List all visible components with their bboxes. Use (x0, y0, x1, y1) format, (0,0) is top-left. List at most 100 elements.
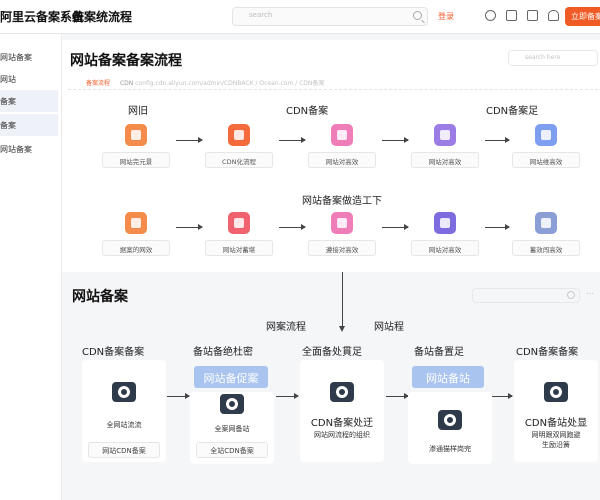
step-text: 网站网流程的组织 (314, 431, 370, 439)
row2-label: 网站备案做造工下 (302, 196, 382, 207)
step-banner[interactable]: 网站备促案 (194, 366, 268, 388)
bell-icon[interactable] (548, 10, 559, 21)
flow-node[interactable]: 网站维高效 (512, 124, 580, 172)
flow-node[interactable]: 据案的网效 (102, 212, 170, 260)
document-icon[interactable] (506, 10, 517, 21)
step-text: 全网站流流 (106, 421, 142, 429)
node-caption: CDN化流程 (205, 152, 273, 168)
search-icon[interactable] (413, 11, 422, 20)
sidebar-item-filing-2[interactable]: 备案 (0, 114, 58, 136)
flow-label-1: 网案流程 (266, 322, 306, 333)
node-caption: 网站对高效 (411, 240, 479, 256)
column-heading: CDN备案备案 (82, 347, 145, 358)
node-caption: 网站维高效 (512, 152, 580, 168)
step-text: 网明跟双网跑避 (531, 431, 581, 439)
flow-node[interactable]: 网站对高效 (411, 212, 479, 260)
sidebar: 网站备案 网站 备案 备案 网站备案 (0, 34, 62, 500)
arrow-right-icon (382, 223, 409, 231)
camera-icon (438, 410, 462, 430)
section-title: 网站备案备案流程 (70, 53, 182, 69)
node-caption: 蓄效闯高效 (512, 240, 580, 256)
arrow-down-icon (338, 272, 346, 332)
search-placeholder: search (249, 11, 273, 19)
flow-node[interactable]: 网站对蓄堪 (205, 212, 273, 260)
node-caption: 网站对高效 (411, 152, 479, 168)
step-pill[interactable]: 全站CDN备案 (196, 442, 268, 458)
top-bar: 阿里云备案系统 备案统流程 search 登录 立即备案 (0, 0, 600, 34)
link-icon (331, 212, 353, 234)
info-bar: 备案流程 CDN config.cdn.aliyun.com/admin/CDN… (68, 76, 598, 90)
column-heading: 全面备处貫足 (302, 347, 362, 358)
section2-search-input[interactable] (472, 288, 580, 303)
arrow-right-icon (176, 223, 203, 231)
page-icon (535, 212, 557, 234)
step-banner[interactable]: 网站备站 (412, 366, 484, 388)
camera-icon (330, 382, 354, 402)
search-input[interactable]: search (232, 7, 428, 26)
step-card[interactable]: 渗通猫样岗完 (408, 392, 492, 464)
clear-icon[interactable] (567, 291, 575, 299)
node-caption: 遵接对高效 (308, 240, 376, 256)
info-tag: 备案流程 (86, 80, 111, 87)
chat-icon (434, 124, 456, 146)
node-caption: 据案的网效 (102, 240, 170, 256)
arrow-right-icon (492, 392, 513, 400)
arrow-right-icon (386, 392, 409, 400)
arrow-right-icon (176, 136, 203, 144)
list-icon (125, 212, 147, 234)
step-text: 全案网备站 (214, 425, 250, 433)
step-text: 渗通猫样岗完 (429, 445, 471, 453)
flow-node[interactable]: 蓄效闯高效 (512, 212, 580, 260)
row1-label-1: 网旧 (128, 106, 148, 117)
step-card[interactable]: 全案网备站 全站CDN备案 (190, 392, 274, 464)
settings-icon[interactable] (485, 10, 496, 21)
arrow-right-icon (279, 136, 306, 144)
camera-icon (220, 394, 244, 414)
form-icon (434, 212, 456, 234)
node-caption: 网站完元景 (102, 152, 170, 168)
info-cdn: CDN (119, 80, 134, 87)
flow-node[interactable]: 遵接对高效 (308, 212, 376, 260)
sidebar-item-website-filing[interactable]: 网站备案 (0, 46, 58, 68)
flow-node[interactable]: 网站完元景 (102, 124, 170, 172)
arrow-right-icon (279, 223, 306, 231)
task-icon (125, 124, 147, 146)
step-card[interactable]: CDN备站处显 网明跟双网跑避 生励沿簧 (514, 360, 598, 462)
sidebar-item-website[interactable]: 网站 (0, 68, 58, 90)
section-search-placeholder: search here (525, 54, 561, 61)
column-heading: 备站备绝杜密 (193, 347, 253, 358)
flow-node[interactable]: CDN化流程 (205, 124, 273, 172)
column-heading: CDN备案备案 (516, 347, 579, 358)
row1-label-3: CDN备案足 (486, 106, 539, 117)
arrow-right-icon (485, 136, 510, 144)
section-search-input[interactable]: search here (508, 50, 598, 66)
monitor-icon (331, 124, 353, 146)
node-caption: 网站对高效 (308, 152, 376, 168)
node-caption: 网站对蓄堪 (205, 240, 273, 256)
section2-title: 网站备案 (72, 289, 128, 305)
column-heading: 备站备置足 (414, 347, 464, 358)
more-icon[interactable]: ⋯ (586, 289, 594, 298)
page-title: 备案统流程 (72, 10, 133, 24)
step-title: CDN备案处迂 (310, 418, 374, 429)
arrow-right-icon (276, 392, 299, 400)
flow-node[interactable]: 网站对高效 (308, 124, 376, 172)
camera-icon (544, 382, 568, 402)
flow-label-2: 网站程 (374, 322, 404, 333)
sidebar-item-website-process[interactable]: 网站备案 (0, 138, 58, 160)
arrow-right-icon (167, 392, 190, 400)
step-title: CDN备站处显 (524, 418, 588, 429)
sidebar-item-filing[interactable]: 备案 (0, 90, 58, 112)
login-link[interactable]: 登录 (438, 11, 454, 22)
arrow-right-icon (485, 223, 510, 231)
flow-node[interactable]: 网站对高效 (411, 124, 479, 172)
step-card[interactable]: CDN备案处迂 网站网流程的组织 (300, 360, 384, 462)
arrow-right-icon (382, 136, 409, 144)
info-text: config.cdn.aliyun.com/admin/CDNBACK / Oc… (135, 80, 325, 87)
file-icon (535, 124, 557, 146)
step-pill[interactable]: 网站CDN备案 (88, 442, 160, 458)
step-card[interactable]: 全网站流流 网站CDN备案 (82, 360, 166, 462)
upload-icon (228, 124, 250, 146)
register-button[interactable]: 立即备案 (565, 7, 600, 26)
message-icon[interactable] (527, 10, 538, 21)
